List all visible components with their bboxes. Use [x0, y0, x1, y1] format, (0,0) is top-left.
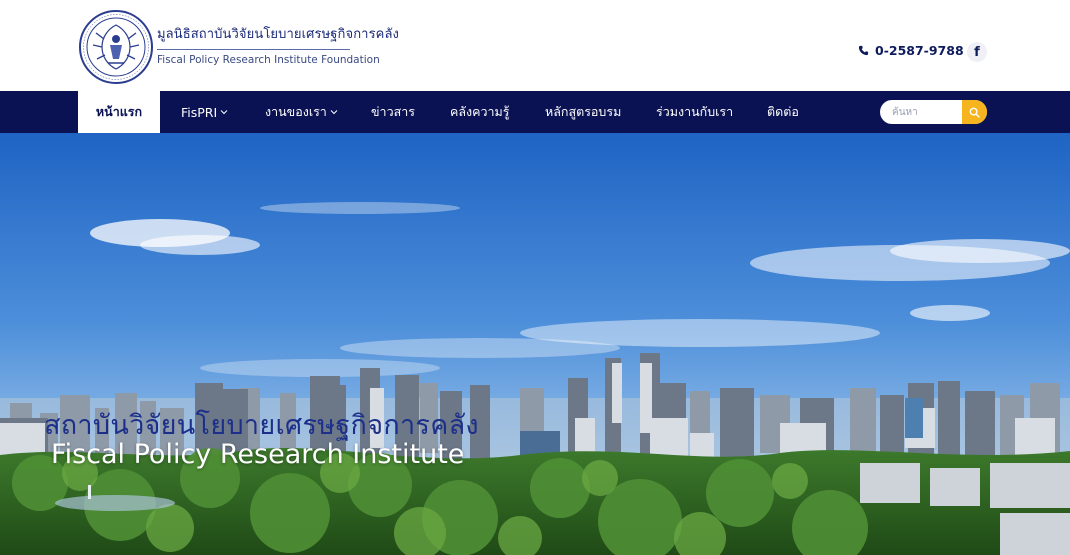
nav-item-our-work[interactable]: งานของเรา: [265, 91, 338, 133]
nav-item-label: ร่วมงานกับเรา: [656, 104, 734, 119]
nav-item-fispri[interactable]: FisPRI: [181, 91, 228, 133]
phone-number: 0-2587-9788: [875, 43, 964, 58]
nav-item-label: งานของเรา: [265, 104, 327, 119]
nav-item-training[interactable]: หลักสูตรอบรม: [545, 91, 621, 133]
nav-item-label: FisPRI: [181, 104, 218, 120]
search-icon: [969, 107, 980, 118]
nav-item-label: ข่าวสาร: [371, 104, 415, 119]
facebook-icon[interactable]: f: [967, 42, 987, 62]
nav-item-label: ติดต่อ: [767, 104, 799, 119]
nav-item-home[interactable]: หน้าแรก: [78, 91, 160, 133]
city-skyline-image: [0, 133, 1070, 555]
phone-contact[interactable]: 0-2587-9788: [858, 43, 964, 58]
search-button[interactable]: [962, 100, 987, 124]
nav-item-careers[interactable]: ร่วมงานกับเรา: [656, 91, 733, 133]
hero-banner: สถาบันวิจัยนโยบายเศรษฐกิจการคลัง Fiscal …: [0, 133, 1070, 555]
org-name-thai: มูลนิธิสถาบันวิจัยนโยบายเศรษฐกิจการคลัง: [157, 27, 399, 42]
nav-item-label: คลังความรู้: [450, 104, 510, 119]
nav-item-news[interactable]: ข่าวสาร: [371, 91, 415, 133]
nav-item-label: หลักสูตรอบรม: [545, 104, 622, 119]
chevron-down-icon: [330, 110, 338, 115]
org-name-english: Fiscal Policy Research Institute Foundat…: [157, 54, 380, 66]
nav-item-contact[interactable]: ติดต่อ: [767, 91, 799, 133]
search-box: [880, 100, 987, 124]
nav-item-label: หน้าแรก: [95, 104, 143, 119]
hero-title-english: Fiscal Policy Research Institute: [51, 439, 465, 470]
brand-divider: [157, 49, 350, 50]
brand-name[interactable]: มูลนิธิสถาบันวิจัยนโยบายเศรษฐกิจการคลัง …: [157, 23, 399, 66]
chevron-down-icon: [220, 110, 228, 115]
search-input[interactable]: [880, 100, 962, 124]
site-header: มูลนิธิสถาบันวิจัยนโยบายเศรษฐกิจการคลัง …: [0, 0, 1070, 91]
nav-item-knowledge[interactable]: คลังความรู้: [450, 91, 509, 133]
fpri-logo-icon[interactable]: [78, 9, 154, 85]
phone-icon: [858, 45, 869, 56]
